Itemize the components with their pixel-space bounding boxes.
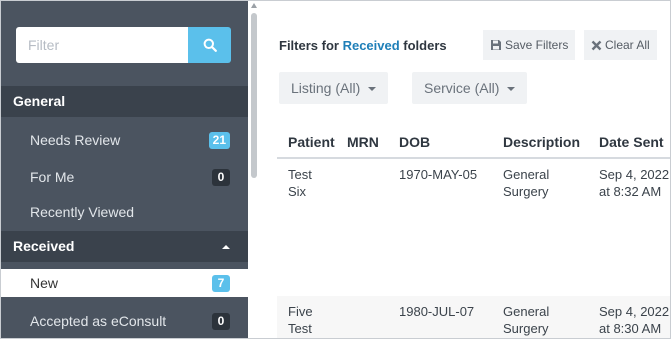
column-header-date-sent[interactable]: Date Sent xyxy=(599,134,664,150)
clear-all-button[interactable]: Clear All xyxy=(584,30,657,60)
sidebar-item-for-me[interactable]: For Me 0 xyxy=(1,163,248,191)
sidebar-item-label: For Me xyxy=(30,169,75,185)
patient-cell: Test Six xyxy=(288,166,312,200)
column-header-dob[interactable]: DOB xyxy=(399,134,430,150)
table-row[interactable]: Five Test 1980-JUL-07 General Surgery Se… xyxy=(277,296,670,338)
caret-up-icon xyxy=(222,245,230,249)
section-received[interactable]: Received xyxy=(1,231,248,262)
table-row[interactable]: Test Six 1970-MAY-05 General Surgery Sep… xyxy=(277,159,670,296)
patient-cell: Five Test xyxy=(288,303,313,337)
scroll-thumb[interactable] xyxy=(251,13,257,178)
sidebar: General Needs Review 21 For Me 0 Recentl… xyxy=(1,1,249,338)
column-header-description[interactable]: Description xyxy=(503,134,580,150)
description-cell: General Surgery xyxy=(503,166,549,200)
listing-select[interactable]: Listing (All) xyxy=(279,72,389,104)
date-sent-cell: Sep 4, 2022 at 8:32 AM xyxy=(599,166,669,200)
column-header-patient[interactable]: Patient xyxy=(288,134,335,150)
scroll-up-arrow-icon[interactable] xyxy=(251,3,257,8)
filters-title-suffix: folders xyxy=(399,38,447,53)
description-line-2: Surgery xyxy=(503,184,549,199)
filter-input[interactable] xyxy=(16,27,188,63)
sidebar-item-label: New xyxy=(30,275,59,291)
patient-first: Five xyxy=(288,304,313,319)
sidebar-scrollbar[interactable] xyxy=(250,1,258,338)
x-icon xyxy=(591,40,602,51)
date-sent-date: Sep 4, 2022 xyxy=(599,304,670,319)
listing-select-value: Listing (All) xyxy=(291,80,361,96)
count-badge: 0 xyxy=(212,169,230,186)
patient-last: Six xyxy=(288,184,307,199)
save-filters-label: Save Filters xyxy=(505,38,569,52)
count-badge: 7 xyxy=(212,275,230,292)
search-button[interactable] xyxy=(188,27,231,63)
sidebar-item-recently-viewed[interactable]: Recently Viewed xyxy=(1,198,248,226)
date-sent-time: at 8:30 AM xyxy=(599,321,662,336)
count-badge: 21 xyxy=(208,132,230,149)
service-select[interactable]: Service (All) xyxy=(412,72,528,104)
section-general[interactable]: General xyxy=(1,86,248,117)
filters-title-prefix: Filters for xyxy=(279,38,343,53)
caret-down-icon xyxy=(368,87,377,91)
column-header-mrn[interactable]: MRN xyxy=(347,134,379,150)
description-line-1: General xyxy=(503,167,550,182)
main-panel: Filters for Received folders Save Filter… xyxy=(259,1,670,338)
filter-box xyxy=(16,27,231,63)
sidebar-item-needs-review[interactable]: Needs Review 21 xyxy=(1,126,248,154)
description-line-2: Surgery xyxy=(503,321,549,336)
filters-title-folder: Received xyxy=(342,38,400,53)
clear-all-label: Clear All xyxy=(605,38,650,52)
description-line-1: General xyxy=(503,304,550,319)
save-filters-button[interactable]: Save Filters xyxy=(483,30,576,60)
patient-first: Test xyxy=(288,167,312,182)
dob-cell: 1970-MAY-05 xyxy=(399,167,478,182)
dob-cell: 1980-JUL-07 xyxy=(399,304,475,319)
date-sent-cell: Sep 4, 2022 at 8:30 AM xyxy=(599,303,669,337)
service-select-value: Service (All) xyxy=(424,80,500,96)
caret-down-icon xyxy=(507,87,516,91)
sidebar-item-accepted-econsult[interactable]: Accepted as eConsult 0 xyxy=(1,307,248,335)
date-sent-date: Sep 4, 2022 xyxy=(599,167,670,182)
sidebar-item-label: Recently Viewed xyxy=(30,204,135,220)
count-badge: 0 xyxy=(212,313,230,330)
description-cell: General Surgery xyxy=(503,303,549,337)
app-window: General Needs Review 21 For Me 0 Recentl… xyxy=(0,0,671,339)
floppy-disk-icon xyxy=(491,40,501,50)
filters-title: Filters for Received folders xyxy=(279,38,447,53)
date-sent-time: at 8:32 AM xyxy=(599,184,662,199)
sidebar-item-label: Needs Review xyxy=(30,132,121,148)
search-icon xyxy=(203,38,217,52)
sidebar-item-new[interactable]: New 7 xyxy=(1,269,249,297)
sidebar-item-label: Accepted as eConsult xyxy=(30,313,167,329)
patient-last: Test xyxy=(288,321,312,336)
section-label: Received xyxy=(13,238,75,254)
